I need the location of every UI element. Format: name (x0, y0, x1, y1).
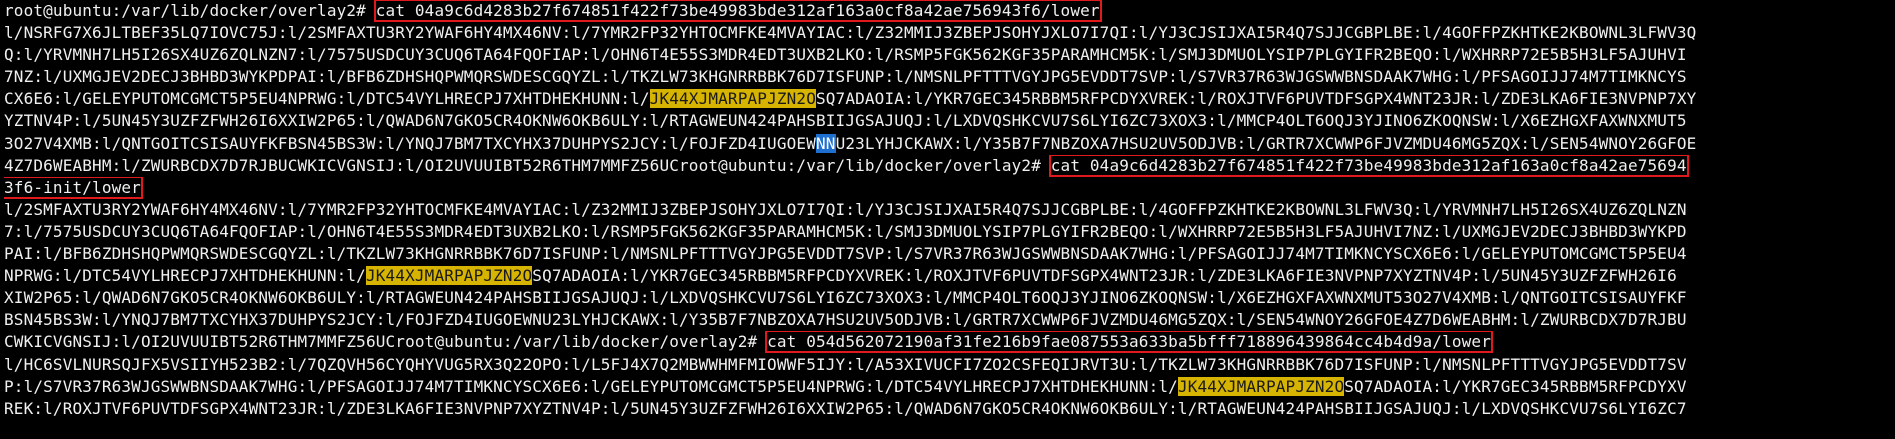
terminal-output-text: CX6E6:l/GELEYPUTOMCGMCT5P5EU4NPRWG:l/DTC… (4, 89, 650, 109)
terminal-line: l/2SMFAXTU3RY2YWAF6HY4MX46NV:l/7YMR2FP32… (4, 199, 1895, 221)
highlighted-command: cat 04a9c6d4283b27f674851f422f73be49983b… (373, 0, 1102, 22)
terminal-output-text: 7:l/7575USDCUY3CUQ6TA64FQOFIAP:l/OHN6T4E… (4, 221, 1687, 241)
terminal-output-text: XIW2P65:l/QWAD6N7GKO5CR4OKNW6OKB6ULY:l/R… (4, 288, 1687, 308)
terminal-line: PAI:l/BFB6ZDHSHQPWMQRSWDESCGQYZL:l/TKZLW… (4, 243, 1895, 265)
terminal-output-text: U23LYHJCKAWX:l/Y35B7F7NBZOXA7HSU2UV5ODJV… (835, 133, 1697, 153)
shell-prompt: root@ubuntu:/var/lib/docker/overlay2# (4, 1, 376, 20)
terminal-output-text: SQ7ADAOIA:l/YKR7GEC345RBBM5RFPCDYXVREK:l… (532, 266, 1677, 286)
terminal-output-text: l/HC6SVLNURSQJFX5VSIIYH523B2:l/7QZQVH56C… (4, 354, 1687, 374)
terminal-output-text: l/NSRFG7X6JLTBEF35LQ7IOVC75J:l/2SMFAXTU3… (4, 23, 1697, 43)
search-match-highlight: JK44XJMARPAPJZN2O (365, 266, 533, 286)
highlighted-command: cat 04a9c6d4283b27f674851f422f73be49983b… (1048, 154, 1689, 177)
terminal-window[interactable]: root@ubuntu:/var/lib/docker/overlay2# ca… (0, 0, 1895, 439)
terminal-output-text: SQ7ADAOIA:l/YKR7GEC345RBBM5RFPCDYXVREK:l… (815, 89, 1697, 109)
terminal-line: 3f6-init/lower (4, 176, 1895, 199)
terminal-line: CWKICVGNSIJ:l/OI2UVUUIBT52R6THM7MMFZ56UC… (4, 331, 1895, 354)
terminal-line: CX6E6:l/GELEYPUTOMCGMCT5P5EU4NPRWG:l/DTC… (4, 88, 1895, 110)
terminal-line: REK:l/ROXJTVF6PUVTDFSGPX4WNT23JR:l/ZDE3L… (4, 398, 1895, 420)
terminal-line: 4Z7D6WEABHM:l/ZWURBCDX7D7RJBUCWKICVGNSIJ… (4, 154, 1895, 177)
terminal-line: l/NSRFG7X6JLTBEF35LQ7IOVC75J:l/2SMFAXTU3… (4, 22, 1895, 44)
terminal-output-text: 3O27V4XMB:l/QNTGOITCSISAUYFKFBSN45BS3W:l… (4, 133, 816, 153)
terminal-line: NPRWG:l/DTC54VYLHRECPJ7XHTDHEKHUNN:l/JK4… (4, 265, 1895, 287)
selected-text: NN (815, 133, 836, 153)
terminal-output-text: Q:l/YRVMNH7LH5I26SX4UZ6ZQLNZN7:l/7575USD… (4, 45, 1687, 65)
terminal-output-text: PAI:l/BFB6ZDHSHQPWMQRSWDESCGQYZL:l/TKZLW… (4, 244, 1687, 264)
terminal-line: l/HC6SVLNURSQJFX5VSIIYH523B2:l/7QZQVH56C… (4, 354, 1895, 376)
search-match-highlight: JK44XJMARPAPJZN2O (649, 89, 816, 109)
terminal-output-text: P:l/S7VR37R63WJGSWWBNSDAAK7WHG:l/PFSAGOI… (4, 376, 1178, 396)
terminal-output-text: l/2SMFAXTU3RY2YWAF6HY4MX46NV:l/7YMR2FP32… (4, 199, 1687, 219)
terminal-line: YZTNV4P:l/5UN45Y3UZFZFWH26I6XXIW2P65:l/Q… (4, 110, 1895, 132)
terminal-line: root@ubuntu:/var/lib/docker/overlay2# ca… (4, 0, 1895, 22)
terminal-output-text: 4Z7D6WEABHM:l/ZWURBCDX7D7RJBUCWKICVGNSIJ… (4, 155, 1051, 175)
highlighted-command: 3f6-init/lower (4, 176, 143, 199)
terminal-output-text: SQ7ADAOIA:l/YKR7GEC345RBBM5RFPCDYXV (1344, 376, 1687, 396)
terminal-line: P:l/S7VR37R63WJGSWWBNSDAAK7WHG:l/PFSAGOI… (4, 376, 1895, 398)
terminal-line: 7NZ:l/UXMGJEV2DECJ3BHBD3WYKPDPAI:l/BFB6Z… (4, 66, 1895, 88)
terminal-line: 3O27V4XMB:l/QNTGOITCSISAUYFKFBSN45BS3W:l… (4, 133, 1895, 155)
terminal-output-text: YZTNV4P:l/5UN45Y3UZFZFWH26I6XXIW2P65:l/Q… (4, 111, 1687, 131)
terminal-output-text: NPRWG:l/DTC54VYLHRECPJ7XHTDHEKHUNN:l/ (4, 266, 366, 286)
terminal-output-text: BSN45BS3W:l/YNQJ7BM7TXCYHX37DUHPYS2JCY:l… (4, 310, 1687, 330)
highlighted-command: cat 054d562072190af31fe216b9fae087553a63… (765, 331, 1493, 354)
search-match-highlight: JK44XJMARPAPJZN2O (1177, 376, 1345, 396)
terminal-output-text: 7NZ:l/UXMGJEV2DECJ3BHBD3WYKPDPAI:l/BFB6Z… (4, 67, 1687, 87)
terminal-line: Q:l/YRVMNH7LH5I26SX4UZ6ZQLNZN7:l/7575USD… (4, 44, 1895, 66)
terminal-line: XIW2P65:l/QWAD6N7GKO5CR4OKNW6OKB6ULY:l/R… (4, 287, 1895, 309)
terminal-line: BSN45BS3W:l/YNQJ7BM7TXCYHX37DUHPYS2JCY:l… (4, 309, 1895, 331)
terminal-output-text: REK:l/ROXJTVF6PUVTDFSGPX4WNT23JR:l/ZDE3L… (4, 398, 1687, 418)
terminal-output-text: CWKICVGNSIJ:l/OI2UVUUIBT52R6THM7MMFZ56UC… (4, 332, 768, 352)
terminal-line: 7:l/7575USDCUY3CUQ6TA64FQOFIAP:l/OHN6T4E… (4, 221, 1895, 243)
